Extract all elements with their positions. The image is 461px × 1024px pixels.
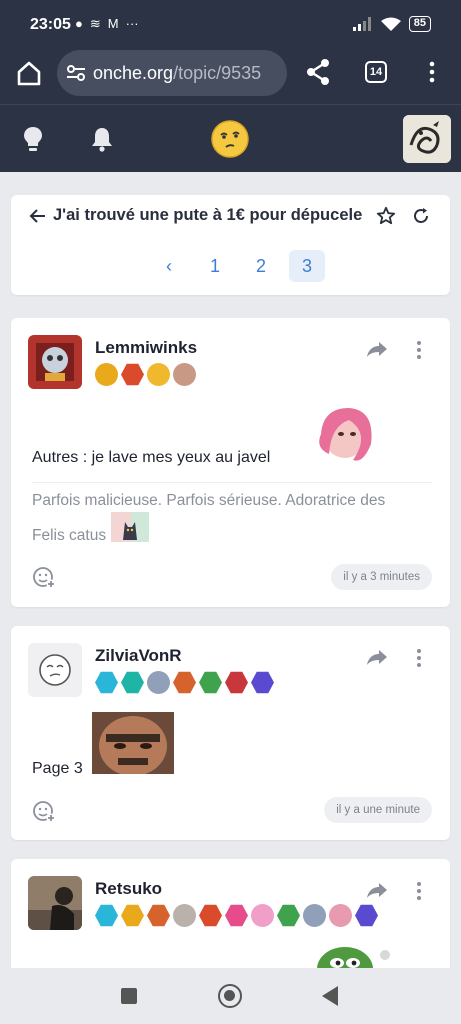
badge-icon[interactable]	[173, 363, 196, 386]
pagination-page-2[interactable]: 2	[243, 250, 279, 282]
post-sticker-image	[301, 404, 381, 466]
signature-cat-image	[111, 512, 149, 542]
badge-icon[interactable]	[95, 671, 118, 694]
post-content: Autres : je lave mes yeux au javel	[32, 449, 271, 466]
battery-indicator: 85	[408, 16, 431, 32]
pagination-prev[interactable]: ‹	[151, 250, 187, 282]
url-path: /topic/9535	[173, 63, 262, 83]
back-arrow-icon[interactable]	[29, 207, 47, 225]
post-author-avatar[interactable]	[28, 876, 82, 930]
post-username[interactable]: ZilviaVonR	[95, 646, 182, 666]
add-reaction-icon[interactable]	[32, 565, 56, 589]
tab-switcher-button[interactable]: 14	[365, 61, 387, 83]
badge-icon[interactable]	[303, 904, 326, 927]
badge-icon[interactable]	[225, 671, 248, 694]
post-content: Page 3	[32, 760, 83, 777]
site-header	[0, 104, 461, 172]
url-text[interactable]: onche.org/topic/9535	[93, 63, 283, 84]
badge-icon[interactable]	[199, 671, 222, 694]
notification-icons: ● ≋ M ···	[75, 16, 139, 32]
default-avatar-image	[39, 654, 71, 686]
badge-icon[interactable]	[251, 671, 274, 694]
home-icon[interactable]	[14, 58, 44, 88]
share-icon[interactable]	[305, 58, 331, 86]
post-more-icon[interactable]	[414, 648, 424, 668]
post-share-icon[interactable]	[366, 340, 388, 358]
address-bar[interactable]: onche.org/topic/9535	[57, 50, 287, 96]
more-notifications-icon: ···	[125, 16, 139, 31]
post-card: ZilviaVonR Page 3 il y a une minute	[11, 626, 450, 840]
photo-avatar-image	[28, 876, 82, 930]
badge-icon[interactable]	[329, 904, 352, 927]
lightbulb-icon[interactable]	[22, 125, 44, 153]
badge-icon[interactable]	[95, 904, 118, 927]
badge-icon[interactable]	[147, 363, 170, 386]
badge-icon[interactable]	[121, 363, 144, 386]
recent-apps-button[interactable]	[121, 988, 137, 1004]
pagination-page-1[interactable]: 1	[197, 250, 233, 282]
add-reaction-icon[interactable]	[32, 799, 56, 823]
layers-icon: ≋	[89, 16, 101, 31]
post-card: Lemmiwinks Autres : je lave mes yeux au …	[11, 318, 450, 607]
user-avatar[interactable]	[403, 115, 451, 163]
system-navigation-bar	[0, 968, 461, 1024]
dragon-avatar-image	[403, 115, 451, 163]
badge-icon[interactable]	[251, 904, 274, 927]
pixel-avatar-image	[28, 335, 82, 389]
post-share-icon[interactable]	[366, 648, 388, 666]
post-more-icon[interactable]	[414, 881, 424, 901]
refresh-icon[interactable]	[412, 207, 430, 225]
gmail-icon: M	[107, 16, 119, 31]
pagination-page-3[interactable]: 3	[289, 250, 325, 282]
browser-menu-icon[interactable]	[425, 60, 439, 84]
user-badges	[95, 671, 274, 694]
post-signature: Parfois malicieuse. Parfois sérieuse. Ad…	[32, 483, 385, 553]
status-bar: 23:05 ● ≋ M ··· 85	[0, 0, 461, 48]
badge-icon[interactable]	[225, 904, 248, 927]
post-share-icon[interactable]	[366, 881, 388, 899]
topic-header-card: J'ai trouvé une pute à 1€ pour dépucele …	[11, 195, 450, 295]
badge-icon[interactable]	[95, 363, 118, 386]
url-host: onche.org	[93, 63, 174, 83]
badge-icon[interactable]	[147, 671, 170, 694]
post-timestamp[interactable]: il y a 3 minutes	[331, 564, 432, 590]
badge-icon[interactable]	[277, 904, 300, 927]
post-pepe-image	[311, 943, 401, 969]
badge-icon[interactable]	[147, 904, 170, 927]
badge-icon[interactable]	[121, 904, 144, 927]
topic-title[interactable]: J'ai trouvé une pute à 1€ pour dépucele	[53, 206, 369, 225]
badge-icon[interactable]	[355, 904, 378, 927]
wifi-icon	[380, 17, 401, 31]
badge-icon[interactable]	[173, 904, 196, 927]
badge-icon[interactable]	[121, 671, 144, 694]
star-icon[interactable]	[376, 206, 396, 226]
badge-icon[interactable]	[199, 904, 222, 927]
signature-line: Felis catus	[32, 527, 107, 544]
signal-icon	[352, 17, 371, 31]
onche-logo-icon[interactable]	[211, 120, 249, 158]
signature-line: Parfois malicieuse. Parfois sérieuse. Ad…	[32, 492, 386, 509]
badge-icon[interactable]	[173, 671, 196, 694]
chat-icon: ●	[75, 16, 83, 31]
pagination: ‹ 1 2 3	[151, 250, 325, 282]
post-author-avatar[interactable]	[28, 643, 82, 697]
post-username[interactable]: Retsuko	[95, 879, 162, 899]
user-badges	[95, 363, 196, 386]
user-badges	[95, 904, 378, 927]
post-timestamp[interactable]: il y a une minute	[324, 797, 432, 823]
status-time: 23:05	[30, 16, 71, 33]
site-settings-icon[interactable]	[65, 62, 87, 84]
post-more-icon[interactable]	[414, 340, 424, 360]
post-meme-image	[92, 712, 174, 774]
post-username[interactable]: Lemmiwinks	[95, 338, 197, 358]
bell-icon[interactable]	[90, 125, 114, 153]
browser-toolbar: onche.org/topic/9535 14	[0, 48, 461, 104]
back-button[interactable]	[322, 986, 338, 1006]
post-author-avatar[interactable]	[28, 335, 82, 389]
home-button[interactable]	[218, 984, 242, 1008]
